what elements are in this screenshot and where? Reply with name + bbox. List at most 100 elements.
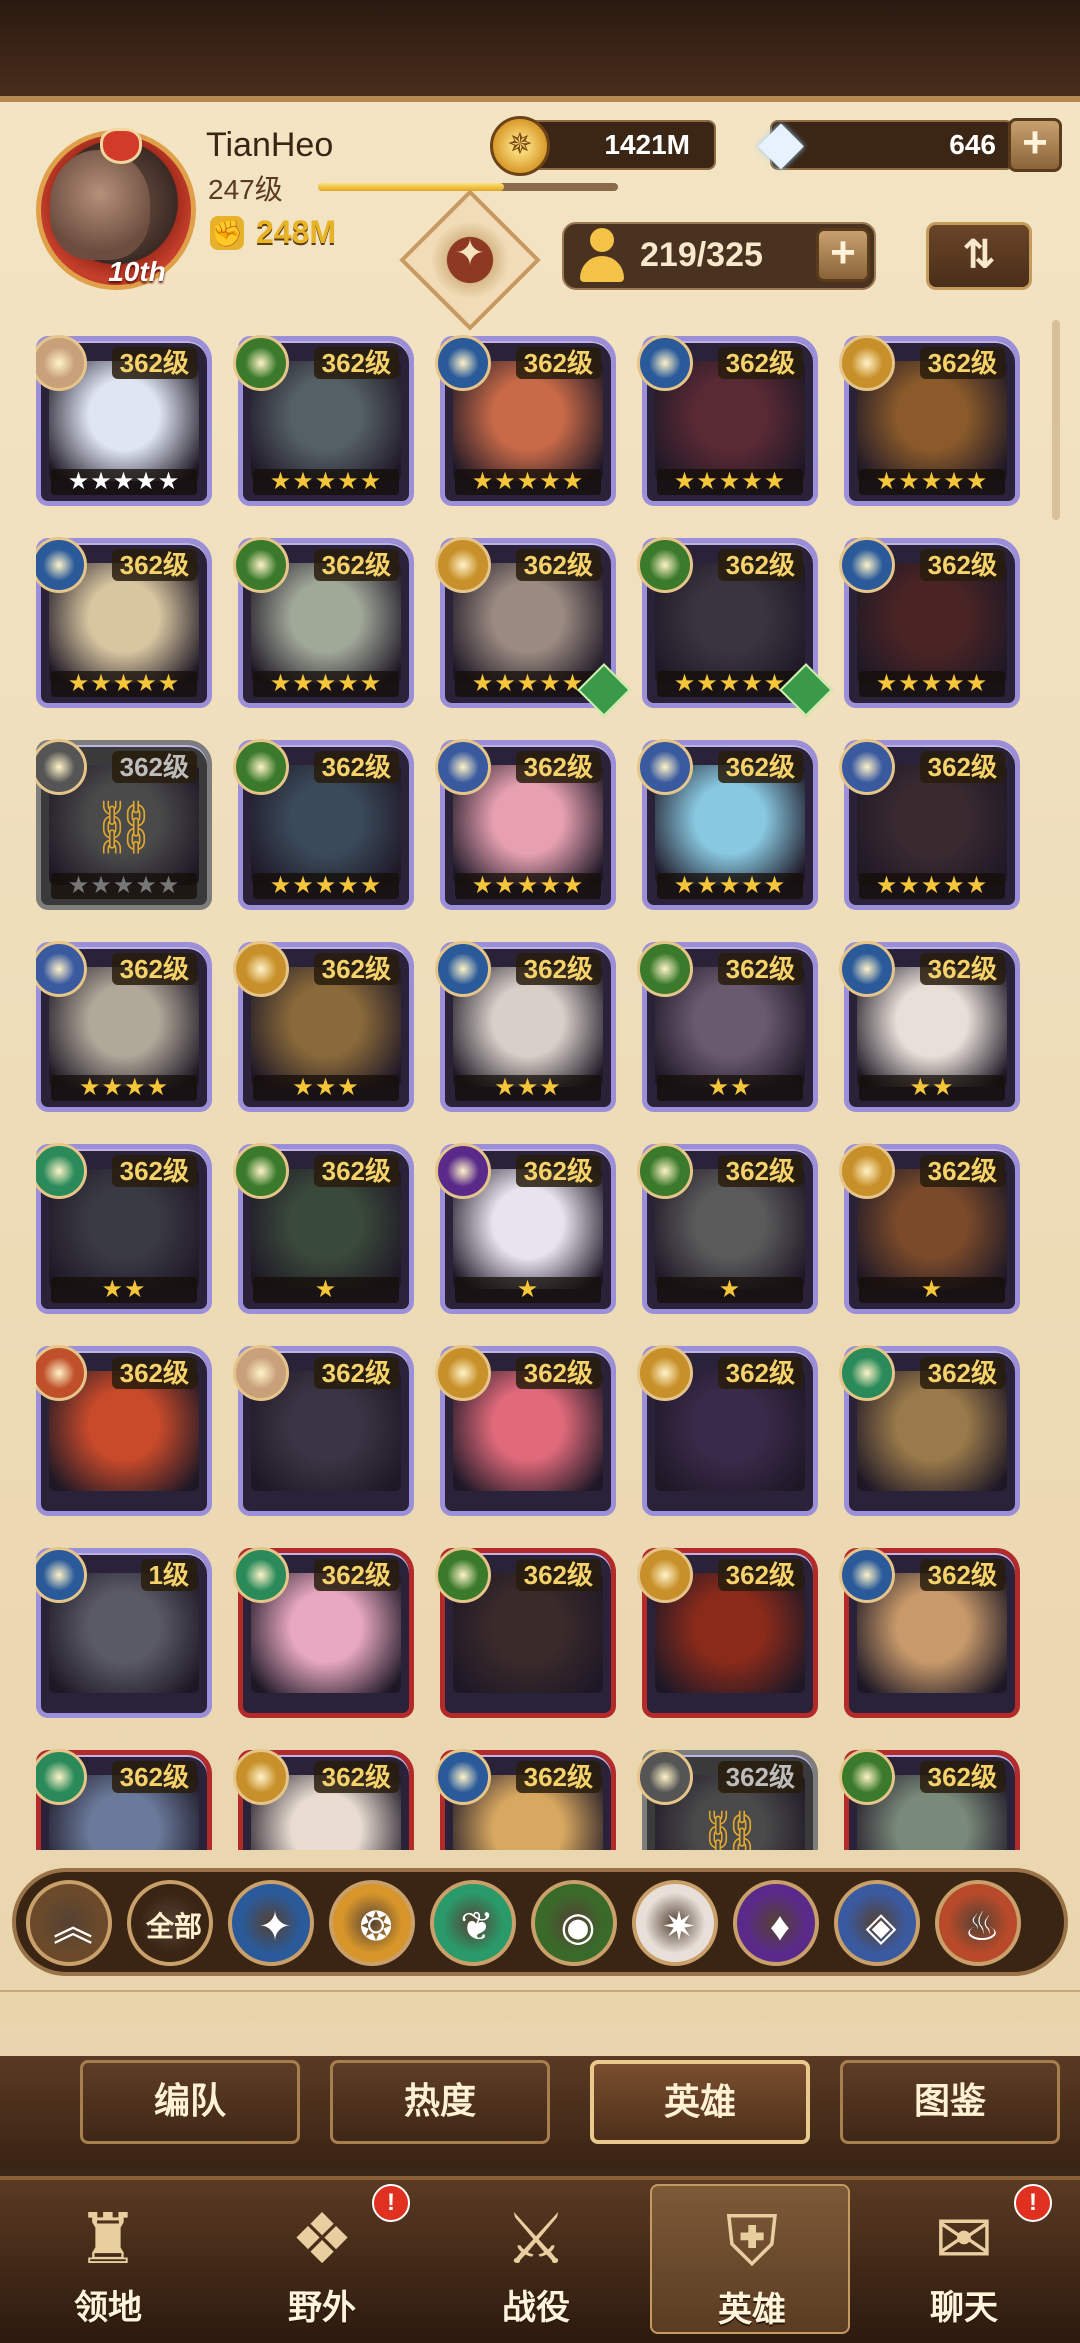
faction-icon (233, 1547, 289, 1603)
hero-level: 362级 (313, 1155, 399, 1187)
faction-icon (839, 941, 895, 997)
sort-button[interactable]: ⇅ (926, 222, 1032, 290)
filter-up-button[interactable]: ︽ (26, 1880, 112, 1966)
faction-icon (839, 537, 895, 593)
nav-chat[interactable]: ✉ 聊天! (864, 2184, 1064, 2334)
nav-campaign[interactable]: ⚔ 战役 (436, 2184, 636, 2334)
hero-card[interactable]: ⛓ 362级 ★★★★★ (36, 739, 212, 910)
hero-card[interactable]: 362级 (233, 1345, 414, 1516)
hero-card[interactable]: 362级 (435, 1345, 616, 1516)
hero-card[interactable]: 362级 ★ (839, 1143, 1020, 1314)
star-rating: ★★★★★ (859, 671, 1005, 697)
hero-card[interactable]: 362级 ★ (233, 1143, 414, 1314)
hero-card[interactable]: 362级 ★★★★★ (435, 739, 616, 910)
roster-count: 219/325 (640, 236, 763, 274)
hero-card[interactable]: 362级 ★★★★★ (637, 537, 833, 717)
hero-level: 362级 (919, 953, 1005, 985)
hero-card[interactable]: 362级 ★★ (36, 1143, 212, 1314)
filter-mauler-button[interactable]: ❂ (329, 1880, 415, 1966)
star-rating: ★ (455, 1277, 601, 1303)
hero-card[interactable]: 362级 ★★★ (233, 941, 414, 1112)
filter-lightbearer-button[interactable]: ✦ (228, 1880, 314, 1966)
faction-icon (435, 1749, 491, 1805)
filter-graveborn-button[interactable]: ◉ (531, 1880, 617, 1966)
hero-card[interactable]: 362级 ★★★★★ (233, 537, 414, 708)
hero-card[interactable]: 362级 (839, 1547, 1020, 1718)
hero-card[interactable]: 362级 ★★★★★ (36, 537, 212, 708)
hero-card[interactable]: 362级 ★ (435, 1143, 616, 1314)
nav-territory[interactable]: ♜ 领地 (8, 2184, 208, 2334)
hero-card[interactable]: 362级 (839, 1749, 1020, 1850)
hero-level: 1级 (140, 1559, 197, 1591)
filter-hypogean-button[interactable]: ♦ (733, 1880, 819, 1966)
faction-icon (839, 1749, 895, 1805)
hero-card[interactable]: 362级 ★★★ (435, 941, 616, 1112)
filter-all-button[interactable]: 全部 (127, 1880, 213, 1966)
grid-scrollbar[interactable] (1052, 320, 1060, 520)
hero-card[interactable]: 362级 ★★★★★ (435, 537, 631, 717)
subtab-2[interactable]: 英雄 (590, 2060, 810, 2144)
expand-roster-button[interactable]: + (816, 228, 870, 282)
star-rating: ★★★ (455, 1075, 601, 1101)
hero-level: 362级 (111, 347, 197, 379)
hero-card[interactable]: 362级 (233, 1749, 414, 1850)
hero-card[interactable]: 362级 ★★★★★ (233, 739, 414, 910)
filter-draconis-icon: ♨ (964, 1905, 1000, 1949)
hero-card[interactable]: 362级 (233, 1547, 414, 1718)
hero-card[interactable]: 1级 (36, 1547, 212, 1718)
hero-card[interactable]: 362级 ★★★★ (36, 941, 212, 1112)
star-rating: ★★★★★ (51, 671, 197, 697)
star-rating: ★★ (51, 1277, 197, 1303)
rank-badge: 10th (108, 256, 166, 287)
hero-card[interactable]: 362级 (36, 1345, 212, 1516)
faction-icon (637, 335, 693, 391)
hero-card[interactable]: 362级 (637, 1345, 818, 1516)
star-rating: ★ (859, 1277, 1005, 1303)
faction-icon (637, 1749, 693, 1805)
hero-card[interactable]: 362级 ★★ (839, 941, 1020, 1112)
hero-card[interactable]: 362级 ★★★★★ (435, 335, 616, 506)
star-rating: ★ (253, 1277, 399, 1303)
faction-icon (637, 941, 693, 997)
scroll-icon: ❖ (290, 2200, 354, 2278)
filter-dimensional-button[interactable]: ◈ (834, 1880, 920, 1966)
hero-level: 362级 (717, 751, 803, 783)
hero-card[interactable]: 362级 (435, 1547, 616, 1718)
nav-wilds[interactable]: ❖ 野外! (222, 2184, 422, 2334)
faction-icon (637, 1345, 693, 1401)
faction-icon (435, 537, 491, 593)
filter-draconis-button[interactable]: ♨ (935, 1880, 1021, 1966)
subtab-3[interactable]: 图鉴 (840, 2060, 1060, 2144)
hero-card[interactable]: 362级 (36, 1749, 212, 1850)
hero-card[interactable]: 362级 ★★★★★ (839, 739, 1020, 910)
hero-card[interactable]: 362级 ★★★★★ (637, 739, 818, 910)
hero-card[interactable]: 362级 ★ (637, 1143, 818, 1314)
hero-card[interactable]: ⛓ 362级 (637, 1749, 818, 1850)
hero-card[interactable]: 362级 (435, 1749, 616, 1850)
star-rating: ★★★★★ (859, 469, 1005, 495)
hero-grid: 362级 ★★★★★ 362级 ★★★★★ 362级 ★★★★★ 362级 ★★★★★ 362级… (36, 330, 1036, 1850)
hero-level: 362级 (515, 1155, 601, 1187)
hero-level: 362级 (111, 953, 197, 985)
subtab-1[interactable]: 热度 (330, 2060, 550, 2144)
hero-card[interactable]: 362级 (839, 1345, 1020, 1516)
hero-level: 362级 (313, 347, 399, 379)
hero-card[interactable]: 362级 ★★★★★ (637, 335, 818, 506)
star-rating: ★★★★★ (51, 469, 197, 495)
hero-level: 362级 (515, 1559, 601, 1591)
nav-heroes[interactable]: ⛨ 英雄 (650, 2184, 850, 2334)
hero-card[interactable]: 362级 ★★★★★ (839, 335, 1020, 506)
hero-level: 362级 (313, 1357, 399, 1389)
star-rating: ★★★★★ (51, 873, 197, 899)
hero-card[interactable]: 362级 ★★ (637, 941, 818, 1112)
subtab-0[interactable]: 编队 (80, 2060, 300, 2144)
castle-icon: ♜ (76, 2200, 140, 2278)
filter-wilder-button[interactable]: ❦ (430, 1880, 516, 1966)
filter-celestial-button[interactable]: ✷ (632, 1880, 718, 1966)
buy-gems-button[interactable]: + (1008, 118, 1062, 172)
hero-card[interactable]: 362级 ★★★★★ (36, 335, 212, 506)
hero-card[interactable]: 362级 ★★★★★ (839, 537, 1020, 708)
hero-card[interactable]: 362级 ★★★★★ (233, 335, 414, 506)
hero-level: 362级 (919, 1559, 1005, 1591)
hero-card[interactable]: 362级 (637, 1547, 818, 1718)
